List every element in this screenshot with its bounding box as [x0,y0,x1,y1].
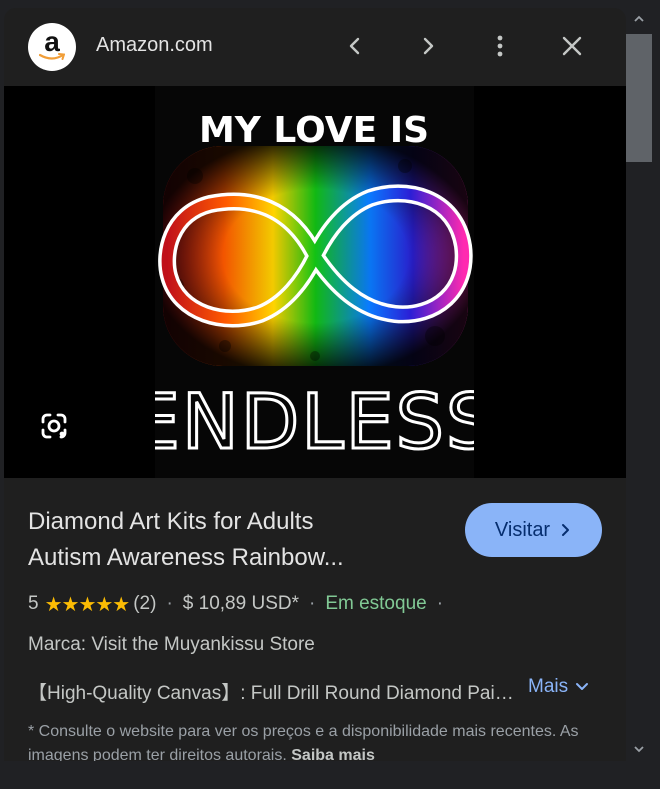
vertical-scrollbar[interactable] [626,8,654,761]
star-rating-icon: ★★★★★ [44,593,131,616]
back-button[interactable] [339,30,371,62]
separator-dot: · [308,593,316,614]
forward-button[interactable] [412,30,444,62]
artwork-bottom-text: ENDLESS [155,377,474,466]
close-button[interactable] [556,30,588,62]
close-icon [562,36,582,56]
site-name[interactable]: Amazon.com [96,34,213,57]
scroll-thumb[interactable] [626,34,652,162]
visit-button[interactable]: Visitar [465,503,602,557]
price: $ 10,89 USD* [182,593,299,614]
learn-more-link[interactable]: Saiba mais [291,747,375,761]
rainbow-infinity-artwork: MY LOVE IS ENDLESS [155,86,474,478]
product-image[interactable]: MY LOVE IS ENDLESS [155,86,474,478]
product-image-area: MY LOVE IS ENDLESS [4,86,626,478]
visit-button-label: Visitar [494,518,551,541]
scroll-down-arrow-icon[interactable] [633,743,645,755]
chevron-right-icon [562,524,570,536]
amazon-logo: a [28,23,76,71]
scroll-up-arrow-icon[interactable] [633,13,645,25]
stock-status: Em estoque [325,593,427,614]
price-disclaimer: * Consulte o website para ver os preços … [28,720,588,761]
separator-dot: · [166,593,173,614]
product-title[interactable]: Diamond Art Kits for Adults Autism Aware… [28,504,448,576]
more-label: Mais [528,676,569,697]
more-vertical-icon [497,35,503,57]
google-lens-button[interactable] [34,406,74,446]
separator-dot: · [436,593,444,614]
chevron-down-icon [576,683,589,690]
product-title-line2: Autism Awareness Rainbow... [28,544,344,571]
more-button[interactable]: Mais [528,676,590,698]
review-count: (2) [133,593,157,614]
brand-info: Marca: Visit the Muyankissu Store [28,634,315,655]
smile-arrow-icon [39,53,65,60]
more-options-button[interactable] [484,30,516,62]
product-meta-row: 5 ★★★★★ (2) · $ 10,89 USD* · Em estoque … [28,591,453,617]
rating-value: 5 [28,593,39,614]
chevron-right-icon [423,37,434,55]
product-title-line1: Diamond Art Kits for Adults [28,508,314,535]
artwork-top-text: MY LOVE IS [199,110,429,151]
product-preview-panel: a Amazon.com MY LOVE IS ENDLESS Diamond … [4,8,626,761]
google-lens-icon [41,413,67,439]
chevron-left-icon [349,37,360,55]
product-description: 【High-Quality Canvas】: Full Drill Round … [28,683,523,704]
panel-header: a Amazon.com [4,8,626,86]
